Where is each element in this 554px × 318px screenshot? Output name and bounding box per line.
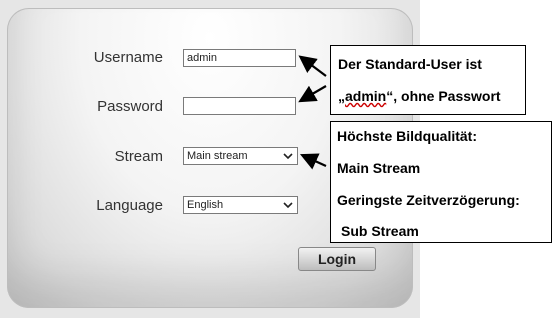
stream-note-4: Sub Stream <box>341 223 419 239</box>
stream-label: Stream <box>114 148 163 165</box>
login-button[interactable]: Login <box>298 247 376 271</box>
default-user-callout: Der Standard-User ist „admin“, ohne Pass… <box>330 45 526 115</box>
stream-note-2: Main Stream <box>337 160 421 176</box>
default-user-note-line2: „admin“, ohne Passwort <box>338 88 501 104</box>
stream-quality-callout: Höchste Bildqualität: Main Stream Gering… <box>330 121 552 243</box>
chevron-down-icon <box>283 202 293 209</box>
password-input[interactable] <box>183 97 296 115</box>
username-input[interactable]: admin <box>183 49 296 67</box>
stream-note-3: Geringste Zeitverzögerung: <box>337 192 520 208</box>
admin-username-text: admin <box>345 88 387 104</box>
language-select-value: English <box>187 199 224 211</box>
username-label: Username <box>93 49 163 66</box>
stream-select-value: Main stream <box>187 150 248 162</box>
stream-select[interactable]: Main stream <box>183 147 298 165</box>
language-select[interactable]: English <box>183 196 298 214</box>
default-user-note-line1: Der Standard-User ist <box>338 56 482 72</box>
chevron-down-icon <box>283 153 293 160</box>
password-label: Password <box>97 98 163 115</box>
language-label: Language <box>96 197 163 214</box>
stream-note-1: Höchste Bildqualität: <box>337 128 478 144</box>
